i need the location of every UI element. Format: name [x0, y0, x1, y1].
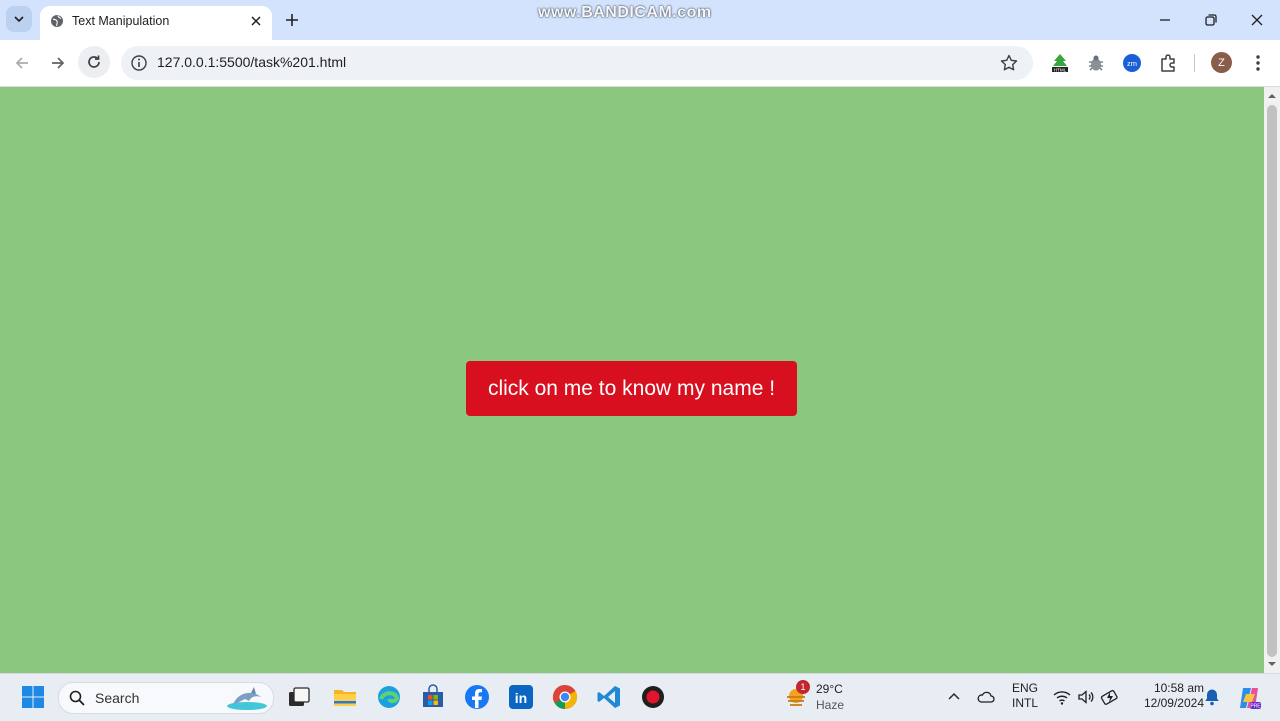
- chevron-up-icon[interactable]: [944, 687, 964, 707]
- onedrive-cloud-icon[interactable]: [976, 687, 996, 707]
- back-arrow-icon[interactable]: [11, 52, 33, 74]
- weather-widget[interactable]: 1 29°C Haze: [784, 680, 854, 716]
- address-bar[interactable]: 127.0.0.1:5500/task%201.html: [121, 46, 1033, 80]
- dolphin-search-highlight-icon: [227, 687, 267, 710]
- search-icon: [69, 690, 85, 706]
- toolbar-divider: [1194, 54, 1195, 72]
- record-icon[interactable]: [640, 684, 666, 710]
- restore-icon: [1205, 14, 1217, 26]
- reload-button[interactable]: [78, 46, 110, 78]
- volume-icon[interactable]: [1076, 687, 1096, 707]
- weather-temperature: 29°C: [816, 682, 843, 696]
- close-window-button[interactable]: [1247, 10, 1267, 30]
- more-menu-icon[interactable]: [1248, 52, 1268, 74]
- edge-icon[interactable]: [376, 684, 402, 710]
- weather-condition: Haze: [816, 698, 845, 712]
- minimize-button[interactable]: [1155, 10, 1175, 30]
- globe-icon: [51, 15, 63, 27]
- bandicam-watermark: www.BANDICAM.com: [538, 4, 712, 21]
- scroll-up-arrow-icon[interactable]: [1267, 91, 1277, 101]
- chevron-down-icon: [14, 16, 24, 23]
- vscode-icon[interactable]: [596, 684, 622, 710]
- scroll-thumb[interactable]: [1267, 105, 1277, 657]
- browser-tab[interactable]: Text Manipulation: [40, 6, 272, 40]
- info-icon[interactable]: [130, 54, 148, 72]
- browser-toolbar: 127.0.0.1:5500/task%201.html HTML zm Z: [0, 40, 1280, 87]
- scroll-down-arrow-icon[interactable]: [1267, 659, 1277, 669]
- new-tab-icon[interactable]: [282, 10, 302, 30]
- store-icon[interactable]: [420, 684, 446, 710]
- wifi-icon[interactable]: [1052, 687, 1072, 707]
- reload-icon: [88, 55, 100, 68]
- tab-title: Text Manipulation: [72, 14, 170, 28]
- bug-extension-icon[interactable]: [1085, 52, 1107, 74]
- task-view-icon[interactable]: [286, 684, 312, 710]
- address-url[interactable]: 127.0.0.1:5500/task%201.html: [157, 54, 346, 70]
- page-scrollbar[interactable]: [1264, 87, 1280, 673]
- language-code: ENG: [1011, 681, 1038, 695]
- file-explorer-icon[interactable]: [332, 684, 358, 710]
- chrome-icon[interactable]: [552, 684, 578, 710]
- windows-taskbar: Search in 1 29°C Haze ENG INTL 10:58 am …: [0, 673, 1280, 721]
- svg-text:in: in: [515, 690, 527, 706]
- weather-alert-badge: 1: [796, 680, 810, 694]
- profile-avatar[interactable]: Z: [1211, 52, 1232, 73]
- search-placeholder: Search: [95, 690, 140, 706]
- facebook-icon[interactable]: [464, 684, 490, 710]
- copilot-icon[interactable]: PRE: [1236, 685, 1262, 711]
- restore-button[interactable]: [1201, 10, 1221, 30]
- page-viewport: click on me to know my name !: [0, 87, 1264, 673]
- linkedin-icon[interactable]: in: [508, 684, 534, 710]
- zoom-extension-icon[interactable]: zm: [1121, 52, 1143, 74]
- input-language-indicator[interactable]: ENG INTL: [1010, 681, 1040, 711]
- taskbar-search[interactable]: Search: [58, 682, 274, 714]
- clock-time: 10:58 am: [1153, 681, 1204, 695]
- puzzle-extensions-icon[interactable]: [1158, 52, 1180, 74]
- windows-start-icon[interactable]: [20, 684, 46, 710]
- svg-text:PRE: PRE: [1250, 704, 1261, 710]
- know-my-name-button[interactable]: click on me to know my name !: [466, 361, 797, 416]
- keyboard-layout: INTL: [1011, 696, 1038, 710]
- bookmark-star-icon[interactable]: [999, 53, 1019, 73]
- svg-text:zm: zm: [1127, 59, 1137, 68]
- forward-arrow-icon[interactable]: [47, 52, 69, 74]
- close-icon: [1251, 14, 1263, 26]
- minimize-icon: [1160, 19, 1170, 21]
- close-tab-icon[interactable]: [248, 13, 264, 29]
- notification-bell-icon[interactable]: [1204, 688, 1220, 706]
- browser-tab-strip: Text Manipulation www.BANDICAM.com: [0, 0, 1280, 40]
- battery-charging-icon[interactable]: [1100, 687, 1120, 707]
- tab-search-button[interactable]: [6, 6, 32, 32]
- clock-date: 12/09/2024: [1143, 696, 1204, 710]
- html-extension-icon[interactable]: HTML: [1049, 52, 1071, 74]
- system-clock[interactable]: 10:58 am 12/09/2024: [1128, 681, 1204, 711]
- svg-text:HTML: HTML: [1054, 67, 1067, 72]
